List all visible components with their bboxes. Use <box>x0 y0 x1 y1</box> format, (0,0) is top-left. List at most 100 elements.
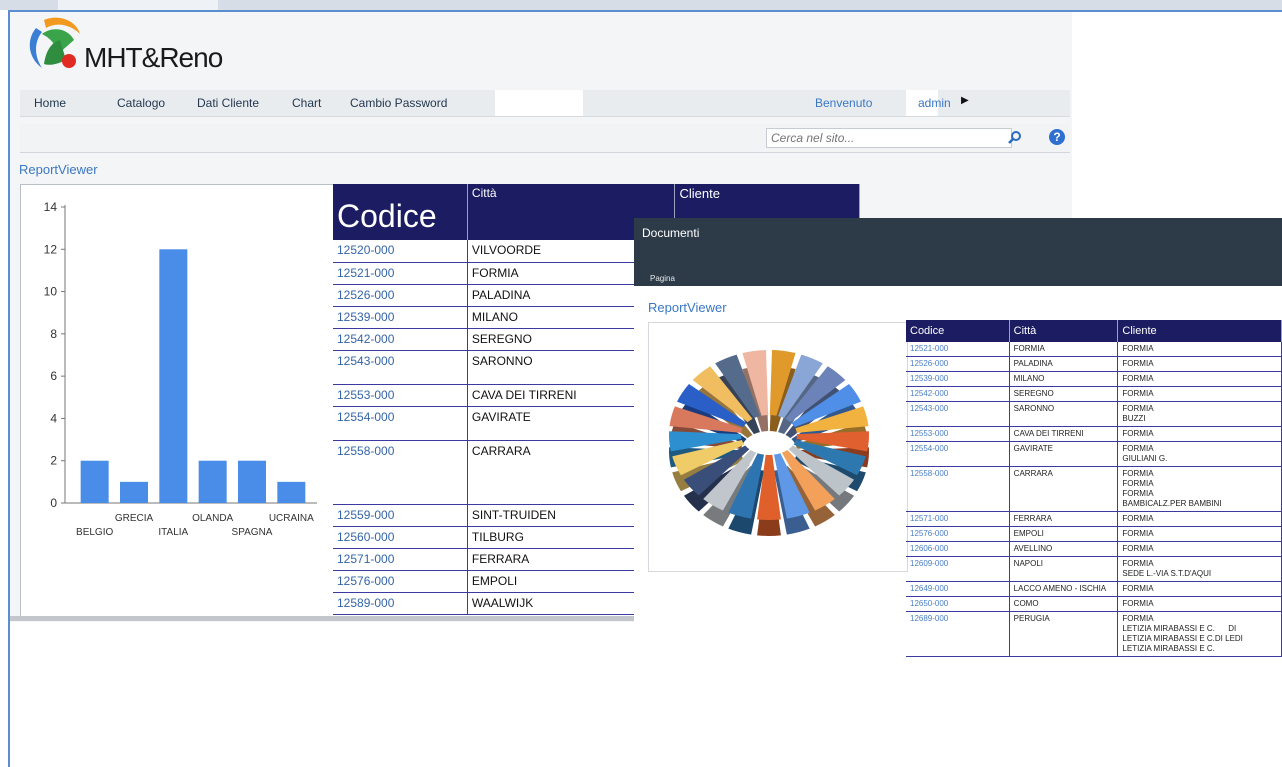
nav-dati-cliente[interactable]: Dati Cliente <box>197 96 259 110</box>
overlay-subheader: Pagina <box>650 274 675 283</box>
table-row: 12609-000 NAPOLI FORMIA SEDE L.-VIA S.T.D'… <box>906 556 1282 582</box>
row-code-link[interactable]: 12521-000 <box>906 342 1010 357</box>
bar-chart: 0 2 4 6 8 10 12 14 BELGIOGRECIA ITALIA OLANDA SPAGN… <box>44 200 317 538</box>
x-tick-label: ITALIA <box>158 527 188 538</box>
y-tick-label: 14 <box>44 200 58 214</box>
bar-italia[interactable] <box>159 249 188 503</box>
y-tick-label: 4 <box>50 411 57 425</box>
row-client: FORMIA GIULIANI G. <box>1117 441 1282 467</box>
row-city: NAPOLI <box>1009 556 1119 582</box>
welcome-label: Benvenuto <box>815 96 873 110</box>
row-client: FORMIA <box>1117 596 1282 612</box>
row-code-link[interactable]: 12539-000 <box>906 371 1010 387</box>
front-table: Codice Città Cliente 12521-000 FORMIA FORM… <box>906 320 1282 657</box>
row-code-link[interactable]: 12553-000 <box>333 384 468 407</box>
x-tick-label: OLANDA <box>192 513 233 524</box>
row-code-link[interactable]: 12526-000 <box>333 284 468 307</box>
row-code-link[interactable]: 12526-000 <box>906 356 1010 372</box>
table-row: 12521-000 FORMIA FORMIA <box>906 342 1282 357</box>
row-code-link[interactable]: 12543-000 <box>906 401 1010 427</box>
row-code-link[interactable]: 12576-000 <box>906 526 1010 542</box>
active-tab-strip <box>58 0 218 10</box>
overlay-window: Documenti Pagina ReportViewer Codice Cit… <box>634 218 1282 767</box>
row-code-link[interactable]: 12558-000 <box>906 466 1010 512</box>
row-city: AVELLINO <box>1009 541 1119 557</box>
front-header-citta: Città <box>1009 320 1119 342</box>
row-code-link[interactable]: 12521-000 <box>333 262 468 285</box>
row-code-link[interactable]: 12571-000 <box>333 548 468 571</box>
row-code-link[interactable]: 12553-000 <box>906 426 1010 442</box>
search-icon[interactable] <box>1008 130 1022 149</box>
help-icon[interactable]: ? <box>1049 129 1065 145</box>
row-client: FORMIA <box>1117 342 1282 357</box>
row-city: GAVIRATE <box>1009 441 1119 467</box>
bar-olanda[interactable] <box>198 460 227 503</box>
row-city: COMO <box>1009 596 1119 612</box>
table-row: 12571-000 FERRARA FORMIA <box>906 511 1282 527</box>
nav-blank-area <box>495 90 583 116</box>
table-row: 12606-000 AVELLINO FORMIA <box>906 541 1282 557</box>
table-row: 12539-000 MILANO FORMIA <box>906 371 1282 387</box>
row-code-link[interactable]: 12689-000 <box>906 611 1010 657</box>
table-row: 12543-000 SARONNO FORMIA BUZZI <box>906 401 1282 427</box>
row-code-link[interactable]: 12554-000 <box>333 406 468 441</box>
y-tick-label: 0 <box>50 496 57 510</box>
row-city: MILANO <box>1009 371 1119 387</box>
row-client: FORMIA <box>1117 356 1282 372</box>
search-bar: ? <box>20 124 1070 153</box>
row-code-link[interactable]: 12542-000 <box>906 386 1010 402</box>
row-code-link[interactable]: 12649-000 <box>906 581 1010 597</box>
row-city: PALADINA <box>1009 356 1119 372</box>
row-client: FORMIA <box>1117 426 1282 442</box>
row-city: SEREGNO <box>1009 386 1119 402</box>
x-tick-label: UCRAINA <box>269 513 314 524</box>
row-client: FORMIA SEDE L.-VIA S.T.D'AQUI <box>1117 556 1282 582</box>
bar-spagna[interactable] <box>238 460 266 503</box>
row-client: FORMIA <box>1117 541 1282 557</box>
row-code-link[interactable]: 12609-000 <box>906 556 1010 582</box>
table-row: 12553-000 CAVA DEI TIRRENI FORMIA <box>906 426 1282 442</box>
y-tick-label: 2 <box>50 454 57 468</box>
row-code-link[interactable]: 12571-000 <box>906 511 1010 527</box>
table-row: 12689-000 PERUGIA FORMIA LETIZIA MIRABASSI… <box>906 611 1282 657</box>
row-code-link[interactable]: 12560-000 <box>333 526 468 549</box>
row-code-link[interactable]: 12558-000 <box>333 440 468 505</box>
bar-grecia[interactable] <box>120 481 148 503</box>
table-row: 12558-000 CARRARA FORMIA FORMIA FORMIA BAM… <box>906 466 1282 512</box>
row-client: FORMIA BUZZI <box>1117 401 1282 427</box>
row-city: PERUGIA <box>1009 611 1119 657</box>
frame-edge <box>1070 10 1282 12</box>
row-code-link[interactable]: 12520-000 <box>333 240 468 263</box>
table-row: 12650-000 COMO FORMIA <box>906 596 1282 612</box>
logo[interactable]: MHT&Reno <box>22 14 252 78</box>
table-row: 12542-000 SEREGNO FORMIA <box>906 386 1282 402</box>
logo-text: MHT&Reno <box>84 42 223 73</box>
table-row: 12649-000 LACCO AMENO - ISCHIA FORMIA <box>906 581 1282 597</box>
bar-belgio[interactable] <box>80 460 109 503</box>
x-tick-label: GRECIA <box>115 513 154 524</box>
row-code-link[interactable]: 12543-000 <box>333 350 468 385</box>
nav-catalogo[interactable]: Catalogo <box>117 96 165 110</box>
back-header-codice: Codice <box>333 184 468 240</box>
row-city: CARRARA <box>1009 466 1119 512</box>
row-code-link[interactable]: 12554-000 <box>906 441 1010 467</box>
user-menu[interactable]: admin <box>918 96 951 110</box>
row-code-link[interactable]: 12650-000 <box>906 596 1010 612</box>
front-header-cliente: Cliente <box>1117 320 1282 342</box>
nav-home[interactable]: Home <box>34 96 66 110</box>
pie-chart-panel <box>648 322 908 572</box>
row-code-link[interactable]: 12606-000 <box>906 541 1010 557</box>
row-code-link[interactable]: 12542-000 <box>333 328 468 351</box>
user-menu-arrow-icon[interactable]: ▶ <box>961 95 969 106</box>
frame-edge <box>8 620 10 767</box>
nav-chart[interactable]: Chart <box>292 96 321 110</box>
row-code-link[interactable]: 12576-000 <box>333 570 468 593</box>
nav-cambio-password[interactable]: Cambio Password <box>350 96 447 110</box>
bar-ucraina[interactable] <box>277 481 306 503</box>
row-code-link[interactable]: 12559-000 <box>333 504 468 527</box>
row-code-link[interactable]: 12589-000 <box>333 592 468 615</box>
row-code-link[interactable]: 12539-000 <box>333 306 468 329</box>
row-client: FORMIA <box>1117 581 1282 597</box>
front-table-body: 12521-000 FORMIA FORMIA 12526-000 PALADINA FO… <box>906 342 1282 657</box>
search-input[interactable] <box>766 128 1012 148</box>
